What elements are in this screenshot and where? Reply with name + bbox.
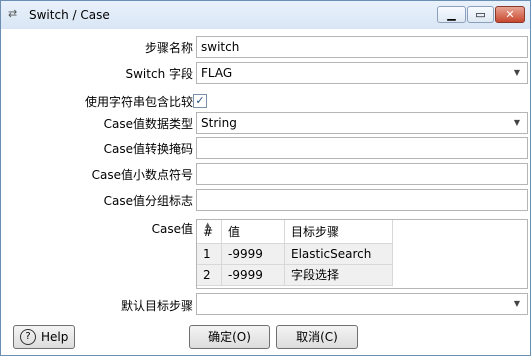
switch-field-select[interactable]: FLAG ▼ bbox=[196, 62, 528, 84]
close-button[interactable]: ✕ bbox=[495, 6, 525, 23]
checkmark-icon: ✓ bbox=[195, 94, 205, 107]
switch-field-label: Switch 字段 bbox=[125, 67, 194, 81]
default-target-select[interactable]: ▼ bbox=[196, 293, 528, 315]
chevron-down-icon[interactable]: ▼ bbox=[507, 63, 527, 83]
maximize-icon: ▭ bbox=[475, 8, 486, 21]
chevron-down-icon[interactable]: ▼ bbox=[507, 113, 527, 133]
table-header-value[interactable]: 值 bbox=[222, 220, 285, 244]
minimize-button[interactable]: ▁ bbox=[437, 6, 466, 23]
dialog-window: ⇄ Switch / Case ▁ ▭ ✕ 步骤名称 switch Switch… bbox=[0, 0, 531, 356]
case-type-select[interactable]: String ▼ bbox=[196, 112, 528, 134]
use-contains-label: 使用字符串包含比较 bbox=[84, 95, 193, 109]
minimize-icon: ▁ bbox=[447, 8, 456, 21]
help-icon: ? bbox=[20, 329, 36, 345]
step-name-input[interactable]: switch bbox=[196, 36, 528, 58]
cancel-button[interactable]: 取消(C) bbox=[276, 325, 358, 349]
case-values-label: Case值 bbox=[151, 222, 193, 236]
default-target-label: 默认目标步骤 bbox=[120, 299, 193, 313]
case-grouping-label: Case值分组标志 bbox=[103, 194, 193, 208]
title-bar: ⇄ Switch / Case ▁ ▭ ✕ bbox=[1, 1, 530, 29]
row-target[interactable]: 字段选择 bbox=[285, 265, 393, 286]
case-mask-label: Case值转换掩码 bbox=[103, 142, 193, 156]
table-header-target[interactable]: 目标步骤 bbox=[285, 220, 393, 244]
row-value[interactable]: -9999 bbox=[222, 244, 285, 265]
case-type-value: String bbox=[201, 116, 237, 130]
step-name-label: 步骤名称 bbox=[144, 41, 193, 55]
row-number: 2 bbox=[197, 265, 222, 286]
maximize-button[interactable]: ▭ bbox=[467, 6, 494, 23]
case-mask-input[interactable] bbox=[196, 137, 528, 159]
window-title: Switch / Case bbox=[29, 8, 110, 22]
help-button[interactable]: ? Help bbox=[13, 325, 75, 349]
use-contains-checkbox[interactable]: ✓ bbox=[193, 94, 207, 108]
switch-field-value: FLAG bbox=[201, 66, 233, 80]
row-target[interactable]: ElasticSearch bbox=[285, 244, 393, 265]
help-label: Help bbox=[41, 330, 69, 344]
ok-button[interactable]: 确定(O) bbox=[189, 325, 270, 349]
table-header-number[interactable]: ▲ # bbox=[197, 220, 222, 244]
case-values-table: ▲ # 值 目标步骤 1 -9999 ElasticSearch 2 -9999… bbox=[196, 219, 528, 289]
row-value[interactable]: -9999 bbox=[222, 265, 285, 286]
chevron-down-icon[interactable]: ▼ bbox=[507, 294, 527, 314]
switch-arrows-icon: ⇄ bbox=[8, 7, 18, 20]
sort-icon: ▲ bbox=[205, 221, 211, 229]
case-type-label: Case值数据类型 bbox=[103, 117, 193, 131]
row-number: 1 bbox=[197, 244, 222, 265]
case-grouping-input[interactable] bbox=[196, 189, 528, 211]
step-name-value: switch bbox=[201, 40, 240, 54]
case-decimal-label: Case值小数点符号 bbox=[91, 168, 193, 182]
case-decimal-input[interactable] bbox=[196, 163, 528, 185]
close-icon: ✕ bbox=[505, 8, 515, 21]
